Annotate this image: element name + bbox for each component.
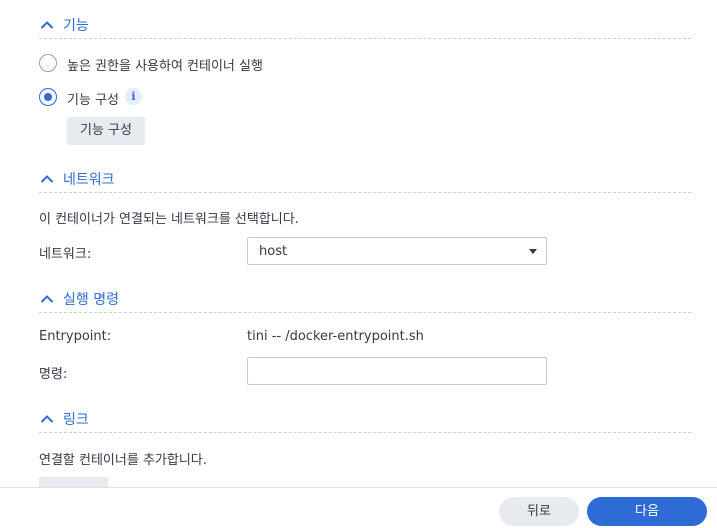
links-description: 연결할 컨테이너를 추가합니다. xyxy=(39,453,207,468)
entrypoint-value: tini -- /docker-entrypoint.sh xyxy=(247,329,424,344)
radio-privileged[interactable] xyxy=(39,54,57,72)
command-input[interactable] xyxy=(247,357,547,385)
wizard-footer: 뒤로 다음 xyxy=(0,487,717,528)
option-privileged-label: 높은 권한을 사용하여 컨테이너 실행 xyxy=(67,59,263,74)
network-select-value: host xyxy=(259,244,288,259)
network-select[interactable]: host xyxy=(247,237,547,265)
section-title-execution: 실행 명령 xyxy=(63,292,119,308)
radio-configure[interactable] xyxy=(39,88,57,106)
section-header-network[interactable]: 네트워크 xyxy=(39,165,691,193)
section-title-network: 네트워크 xyxy=(63,172,115,188)
add-link-button[interactable] xyxy=(39,477,108,487)
chevron-up-icon[interactable] xyxy=(39,17,55,33)
chevron-up-icon[interactable] xyxy=(39,291,55,307)
next-button[interactable]: 다음 xyxy=(587,497,707,526)
network-field-label: 네트워크: xyxy=(39,247,92,262)
configure-capabilities-button[interactable]: 기능 구성 xyxy=(67,117,145,145)
caret-down-icon xyxy=(529,249,537,254)
back-button[interactable]: 뒤로 xyxy=(499,497,579,526)
section-header-execution[interactable]: 실행 명령 xyxy=(39,285,691,313)
chevron-up-icon[interactable] xyxy=(39,411,55,427)
info-icon[interactable]: i xyxy=(125,88,142,105)
network-description: 이 컨테이너가 연결되는 네트워크를 선택합니다. xyxy=(39,212,299,227)
entrypoint-label: Entrypoint: xyxy=(39,329,112,344)
option-configure-label: 기능 구성 xyxy=(67,93,119,108)
section-header-links[interactable]: 링크 xyxy=(39,405,691,433)
command-label: 명령: xyxy=(39,367,68,382)
section-title-capabilities: 기능 xyxy=(63,18,89,34)
section-header-capabilities[interactable]: 기능 xyxy=(39,11,691,39)
section-title-links: 링크 xyxy=(63,412,89,428)
chevron-up-icon[interactable] xyxy=(39,171,55,187)
